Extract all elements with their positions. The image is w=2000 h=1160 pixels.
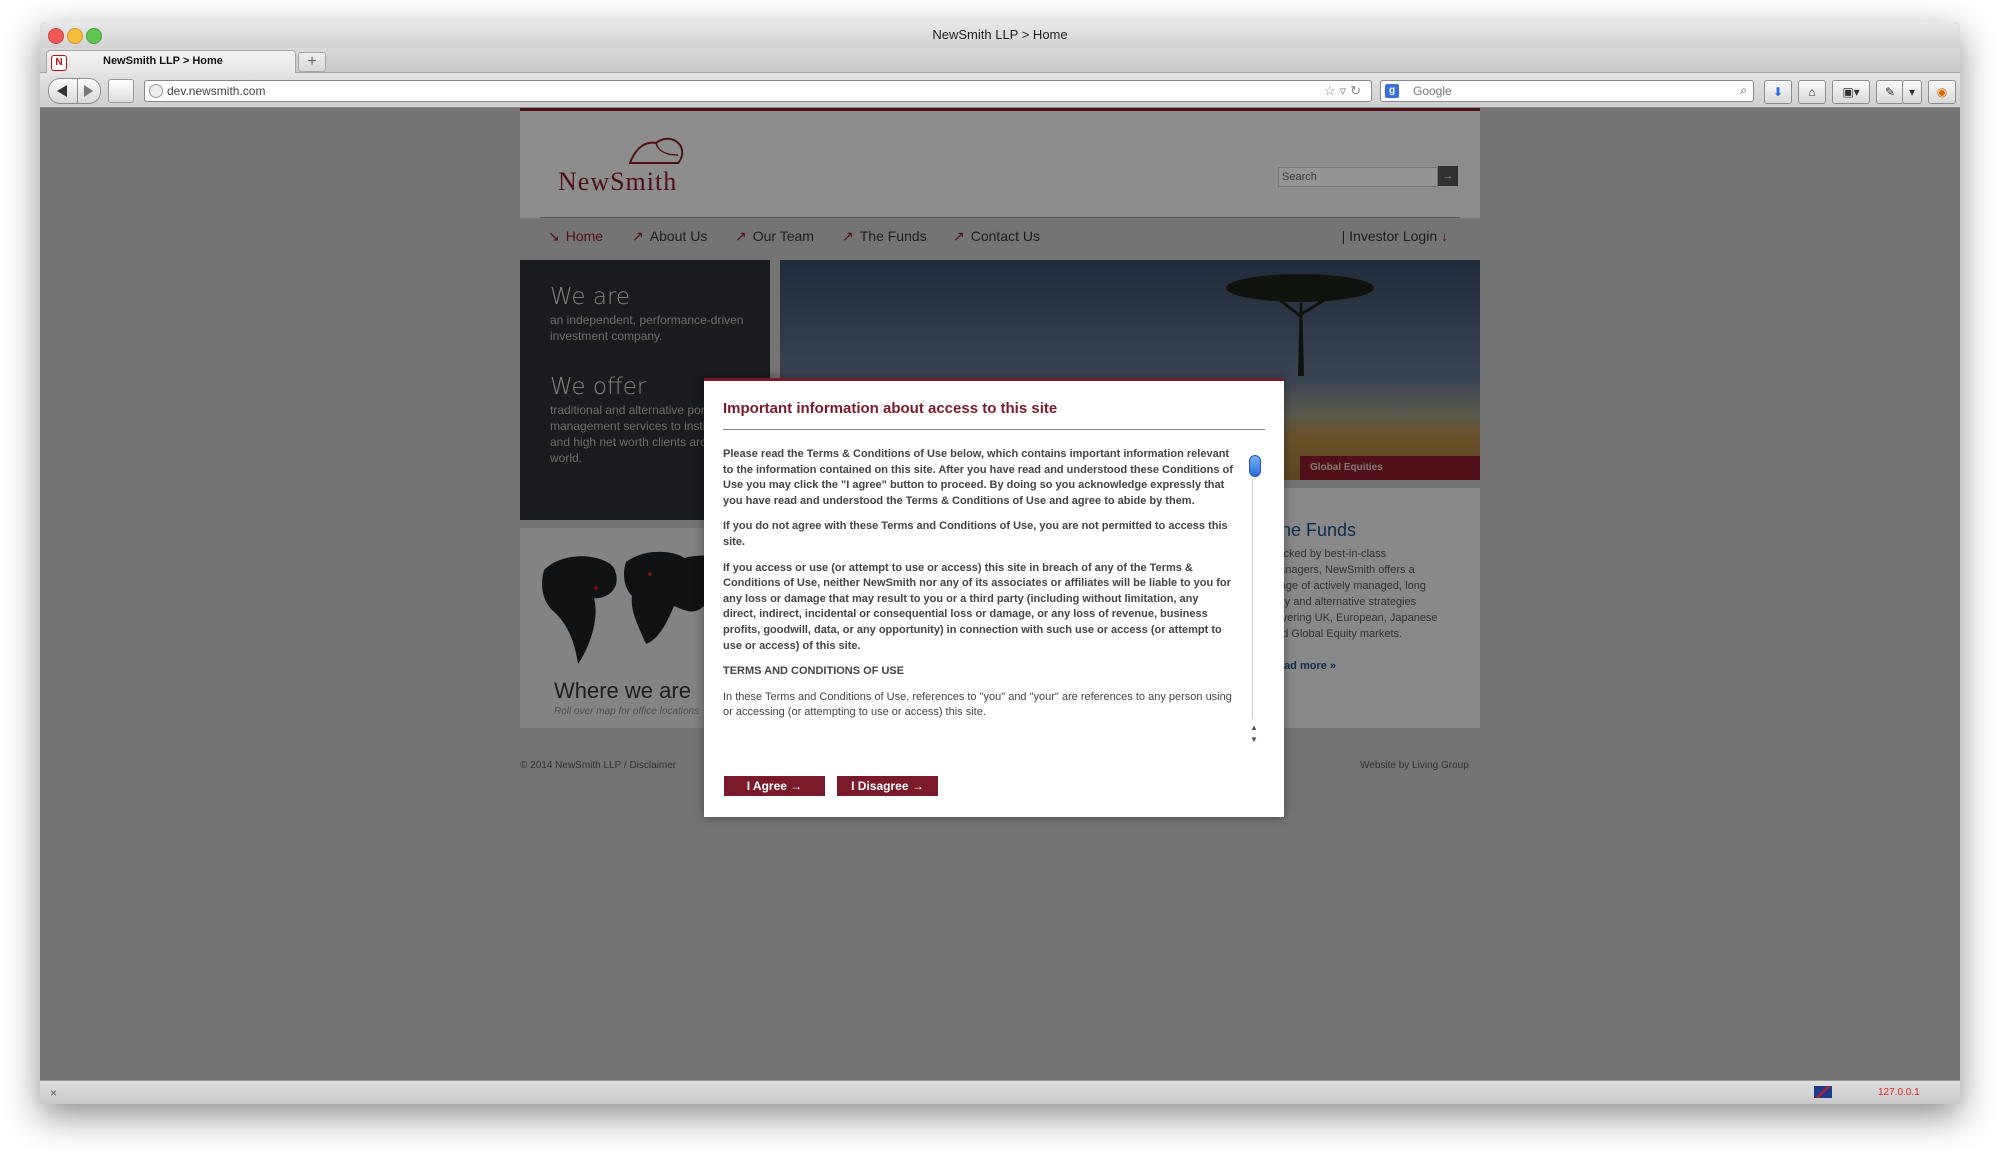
scroll-up-arrow-icon[interactable]: ▲ <box>1250 723 1258 732</box>
newsmith-favicon-icon: N <box>51 55 67 71</box>
terms-paragraph: Please read the Terms & Conditions of Us… <box>723 448 1233 507</box>
tools-dropdown-icon[interactable]: ▾ <box>1902 80 1922 104</box>
forward-arrow-icon <box>84 85 93 97</box>
status-bar: × 127.0.0.1 <box>40 1080 1960 1104</box>
bookmark-star-reload-icons[interactable]: ☆▿↻ <box>1324 83 1365 99</box>
terms-heading: TERMS AND CONDITIONS OF USE <box>723 665 905 678</box>
tools-icon[interactable]: ✎ <box>1876 80 1904 104</box>
title-bar: NewSmith LLP > Home <box>40 22 1960 48</box>
navigation-toolbar: dev.newsmith.com ☆▿↻ g Google ⌕ ⬇ ⌂ ▣▾ ✎… <box>40 73 1960 108</box>
close-addon-bar-icon[interactable]: × <box>50 1086 57 1100</box>
google-g-icon[interactable]: g <box>1385 84 1399 98</box>
downloads-icon[interactable]: ⬇ <box>1764 80 1792 104</box>
terms-paragraph: If you do not agree with these Terms and… <box>723 520 1228 548</box>
back-arrow-icon <box>57 85 67 97</box>
screenshot-menu-icon[interactable]: ▣▾ <box>1832 80 1870 104</box>
site-identity-icon[interactable] <box>149 84 163 98</box>
terms-modal: Important information about access to th… <box>704 378 1284 817</box>
scrollbar-thumb[interactable] <box>1249 455 1261 477</box>
ip-address[interactable]: 127.0.0.1 <box>1878 1087 1920 1098</box>
i-agree-button[interactable]: I Agree → <box>724 776 825 796</box>
url-text[interactable]: dev.newsmith.com <box>167 84 265 98</box>
browser-window: NewSmith LLP > Home N NewSmith LLP > Hom… <box>40 22 1960 1104</box>
web-search-bar[interactable]: g Google ⌕ <box>1380 80 1754 102</box>
terms-scroll-area[interactable]: Please read the Terms & Conditions of Us… <box>723 447 1233 747</box>
uk-flag-icon[interactable] <box>1814 1086 1832 1098</box>
scrollbar-track[interactable] <box>1252 479 1253 719</box>
scroll-down-arrow-icon[interactable]: ▼ <box>1250 735 1258 744</box>
forward-button[interactable] <box>77 78 101 104</box>
terms-paragraph: In these Terms and Conditions of Use, re… <box>723 690 1232 719</box>
back-button[interactable] <box>48 78 78 104</box>
terms-paragraph: If you access or use (or attempt to use … <box>723 561 1231 652</box>
page-viewport: NewSmith Search → ↘ Home ↗ About Us ↗ Our T… <box>40 108 1960 1080</box>
terms-scrollbar[interactable]: ▲ ▼ <box>1248 447 1262 749</box>
modal-title: Important information about access to th… <box>723 400 1058 417</box>
addon-icon[interactable]: ◉ <box>1928 80 1956 104</box>
modal-divider <box>723 429 1265 430</box>
search-placeholder[interactable]: Google <box>1413 84 1452 98</box>
address-bar[interactable]: dev.newsmith.com ☆▿↻ <box>144 80 1372 102</box>
tab-title: NewSmith LLP > Home <box>103 55 223 67</box>
window-title: NewSmith LLP > Home <box>932 27 1068 42</box>
tab-strip: N NewSmith LLP > Home + <box>40 48 1960 73</box>
search-icon[interactable]: ⌕ <box>1740 83 1747 98</box>
new-tab-button[interactable]: + <box>298 52 326 72</box>
apps-grid-button[interactable] <box>108 79 134 103</box>
tab-newsmith-home[interactable]: N NewSmith LLP > Home <box>46 50 296 73</box>
home-icon[interactable]: ⌂ <box>1798 80 1826 104</box>
i-disagree-button[interactable]: I Disagree → <box>837 776 938 796</box>
